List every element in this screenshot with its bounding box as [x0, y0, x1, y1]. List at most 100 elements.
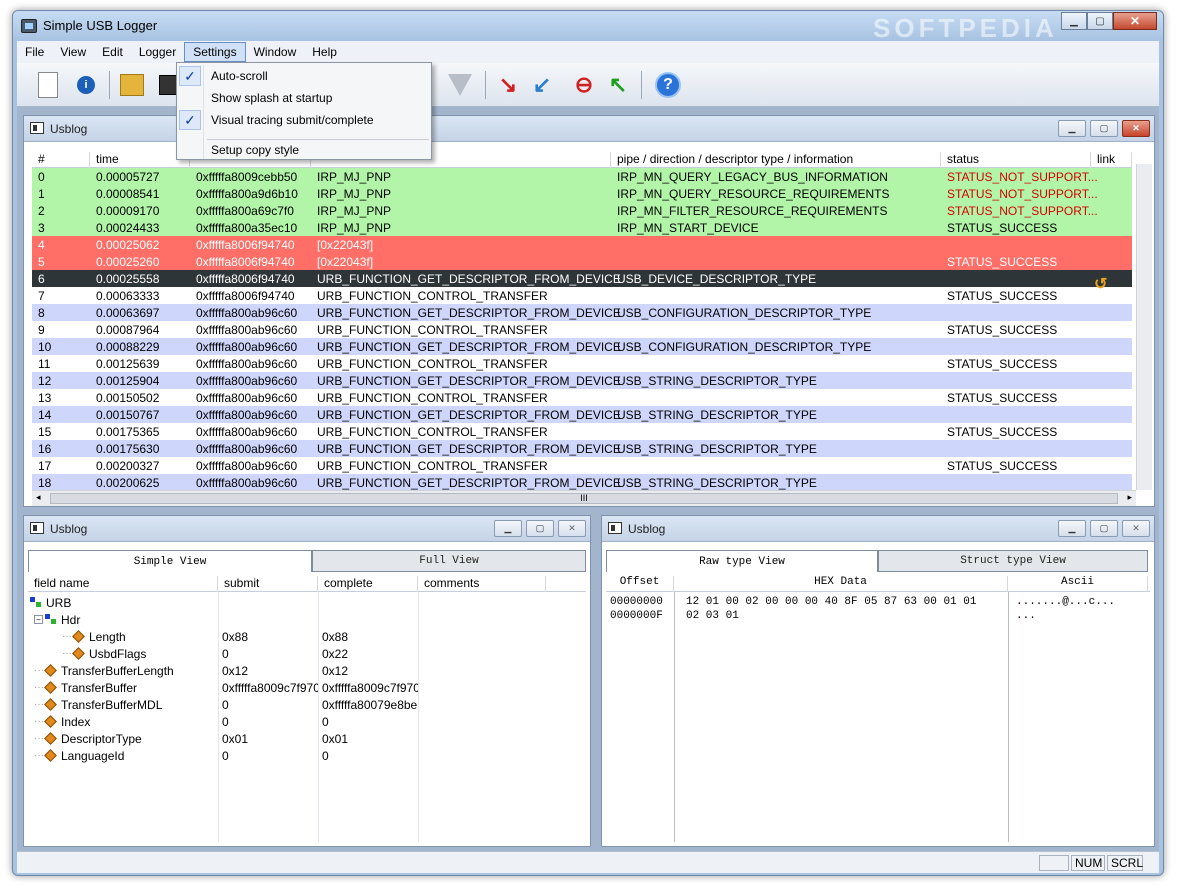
- menu-file[interactable]: File: [17, 43, 52, 61]
- table-row[interactable]: 10 0.00088229 0xfffffa800ab96c60 URB_FUNCTI…: [32, 338, 1132, 355]
- arrow-stop-icon[interactable]: ⊖: [569, 69, 599, 101]
- menu-bar: File View Edit Logger Settings Window He…: [17, 41, 1159, 63]
- minimize-icon[interactable]: ▁: [494, 520, 522, 537]
- struct-icon: [30, 596, 44, 609]
- scroll-thumb[interactable]: III: [50, 493, 1118, 504]
- col-link[interactable]: link: [1091, 152, 1132, 168]
- table-row[interactable]: 5 0.00025260 0xfffffa8006f94740 [0x22043f] S…: [32, 253, 1132, 270]
- col-status[interactable]: status: [941, 152, 1091, 168]
- tab-simple-view[interactable]: Simple View: [28, 550, 312, 572]
- cell-address: 0xfffffa800ab96c60: [196, 340, 298, 354]
- filter-icon[interactable]: [445, 69, 475, 101]
- menu-window[interactable]: Window: [246, 43, 305, 61]
- col-time[interactable]: time: [90, 152, 190, 168]
- tree-item[interactable]: ··· TransferBuffer: [34, 679, 137, 696]
- title-bar[interactable]: Simple USB Logger SOFTPEDIA ▁ ▢ ✕: [13, 11, 1163, 43]
- table-row[interactable]: 0 0.00005727 0xfffffa8009cebb50 IRP_MJ_PNP I…: [32, 168, 1132, 185]
- table-row[interactable]: 9 0.00087964 0xfffffa800ab96c60 URB_FUNCTIO…: [32, 321, 1132, 338]
- table-row[interactable]: 14 0.00150767 0xfffffa800ab96c60 URB_FUNCTI…: [32, 406, 1132, 423]
- info-icon[interactable]: i: [71, 69, 101, 101]
- tree-item[interactable]: ··· Index: [34, 713, 90, 730]
- table-row[interactable]: 1 0.00008541 0xfffffa800a9d6b10 IRP_MJ_PNP I…: [32, 185, 1132, 202]
- table-row[interactable]: 16 0.00175630 0xfffffa800ab96c60 URB_FUNCTI…: [32, 440, 1132, 457]
- maximize-icon[interactable]: ▢: [526, 520, 554, 537]
- close-icon[interactable]: ✕: [1122, 120, 1150, 137]
- open-folder-icon[interactable]: [117, 69, 147, 101]
- tree-item[interactable]: ··· TransferBufferLength: [34, 662, 174, 679]
- menu-item-visual-tracing[interactable]: ✓ Visual tracing submit/complete: [177, 109, 431, 131]
- table-row[interactable]: 15 0.00175365 0xfffffa800ab96c60 URB_FUNCTI…: [32, 423, 1132, 440]
- help-icon[interactable]: ?: [653, 69, 683, 101]
- hex-line: 12 01 00 02 00 00 00 40 8F 05 87 63 00 0…: [686, 596, 977, 608]
- detail-window-titlebar[interactable]: Usblog ▁ ▢ ✕: [24, 516, 590, 542]
- menu-item-show-splash[interactable]: Show splash at startup: [177, 87, 431, 109]
- table-row[interactable]: 18 0.00200625 0xfffffa800ab96c60 URB_FUNCTI…: [32, 474, 1132, 491]
- new-document-icon[interactable]: [33, 69, 63, 101]
- table-row[interactable]: 12 0.00125904 0xfffffa800ab96c60 URB_FUNCTI…: [32, 372, 1132, 389]
- arrow-multi-icon[interactable]: ↙: [527, 69, 557, 101]
- col-info[interactable]: pipe / direction / descriptor type / inf…: [611, 152, 941, 168]
- table-row[interactable]: 8 0.00063697 0xfffffa800ab96c60 URB_FUNCTIO…: [32, 304, 1132, 321]
- tab-raw-type-view[interactable]: Raw type View: [606, 550, 878, 572]
- close-icon[interactable]: ✕: [558, 520, 586, 537]
- tree-connector: ···: [34, 699, 44, 710]
- col-complete[interactable]: complete: [318, 576, 418, 592]
- menu-help[interactable]: Help: [304, 43, 345, 61]
- scroll-right-arrow-icon[interactable]: ▸: [1127, 492, 1132, 503]
- tree-item[interactable]: ··· Length: [62, 628, 126, 645]
- col-index[interactable]: #: [32, 152, 90, 168]
- log-horizontal-scrollbar[interactable]: ◂ III ▸: [32, 490, 1136, 506]
- col-hex-data[interactable]: HEX Data: [674, 576, 1008, 592]
- arrow-green-stop-icon[interactable]: ↖: [603, 69, 633, 101]
- tree-item[interactable]: − Hdr: [34, 611, 80, 628]
- menu-edit[interactable]: Edit: [94, 43, 131, 61]
- field-complete: [322, 594, 418, 611]
- tree-item[interactable]: ··· TransferBufferMDL: [34, 696, 162, 713]
- log-vertical-scrollbar[interactable]: [1136, 164, 1152, 490]
- tree-connector: ···: [34, 733, 44, 744]
- tab-full-view[interactable]: Full View: [312, 550, 586, 572]
- collapse-icon[interactable]: −: [34, 615, 43, 624]
- tree-item[interactable]: ··· LanguageId: [34, 747, 124, 764]
- app-icon: [21, 19, 37, 33]
- table-row[interactable]: 7 0.00063333 0xfffffa8006f94740 URB_FUNCTIO…: [32, 287, 1132, 304]
- tab-struct-type-view[interactable]: Struct type View: [878, 550, 1148, 572]
- tree-item[interactable]: ··· UsbdFlags: [62, 645, 146, 662]
- arrow-down-red-icon[interactable]: ↘: [493, 69, 523, 101]
- col-ascii[interactable]: Ascii: [1008, 576, 1148, 592]
- menu-item-setup-copy-style[interactable]: Setup copy style: [177, 139, 431, 161]
- menu-view[interactable]: View: [52, 43, 94, 61]
- maximize-icon[interactable]: ▢: [1090, 120, 1118, 137]
- table-row[interactable]: 17 0.00200327 0xfffffa800ab96c60 URB_FUNCTI…: [32, 457, 1132, 474]
- table-row[interactable]: 11 0.00125639 0xfffffa800ab96c60 URB_FUNCTI…: [32, 355, 1132, 372]
- menu-item-auto-scroll[interactable]: ✓ Auto-scroll: [177, 65, 431, 87]
- table-row[interactable]: 4 0.00025062 0xfffffa8006f94740 [0x22043f]: [32, 236, 1132, 253]
- col-comments[interactable]: comments: [418, 576, 546, 592]
- minimize-icon[interactable]: ▁: [1058, 520, 1086, 537]
- table-row[interactable]: 6 0.00025558 0xfffffa8006f94740 URB_FUNCTIO…: [32, 270, 1132, 287]
- tree-item[interactable]: ··· DescriptorType: [34, 730, 142, 747]
- maximize-icon[interactable]: ▢: [1090, 520, 1118, 537]
- minimize-icon[interactable]: ▁: [1061, 12, 1087, 30]
- menu-settings[interactable]: Settings: [184, 42, 246, 62]
- col-offset[interactable]: Offset: [606, 576, 674, 592]
- cell-index: 5: [38, 255, 45, 269]
- tree-item[interactable]: URB: [30, 594, 71, 611]
- close-icon[interactable]: ✕: [1113, 12, 1157, 30]
- maximize-icon[interactable]: ▢: [1087, 12, 1113, 30]
- col-divider: [218, 592, 219, 842]
- col-field-name[interactable]: field name: [28, 576, 218, 592]
- col-submit[interactable]: submit: [218, 576, 318, 592]
- field-submit: 0x01: [222, 731, 249, 746]
- scroll-left-arrow-icon[interactable]: ◂: [36, 492, 41, 503]
- field-submit: 0: [222, 646, 229, 661]
- minimize-icon[interactable]: ▁: [1058, 120, 1086, 137]
- cell-time: 0.00125904: [96, 374, 160, 388]
- close-icon[interactable]: ✕: [1122, 520, 1150, 537]
- hex-window-titlebar[interactable]: Usblog ▁ ▢ ✕: [602, 516, 1154, 542]
- menu-logger[interactable]: Logger: [131, 43, 184, 61]
- table-row[interactable]: 3 0.00024433 0xfffffa800a35ec10 IRP_MJ_PNP I…: [32, 219, 1132, 236]
- cell-address: 0xfffffa800ab96c60: [196, 374, 298, 388]
- table-row[interactable]: 13 0.00150502 0xfffffa800ab96c60 URB_FUNCTI…: [32, 389, 1132, 406]
- table-row[interactable]: 2 0.00009170 0xfffffa800a69c7f0 IRP_MJ_PNP I…: [32, 202, 1132, 219]
